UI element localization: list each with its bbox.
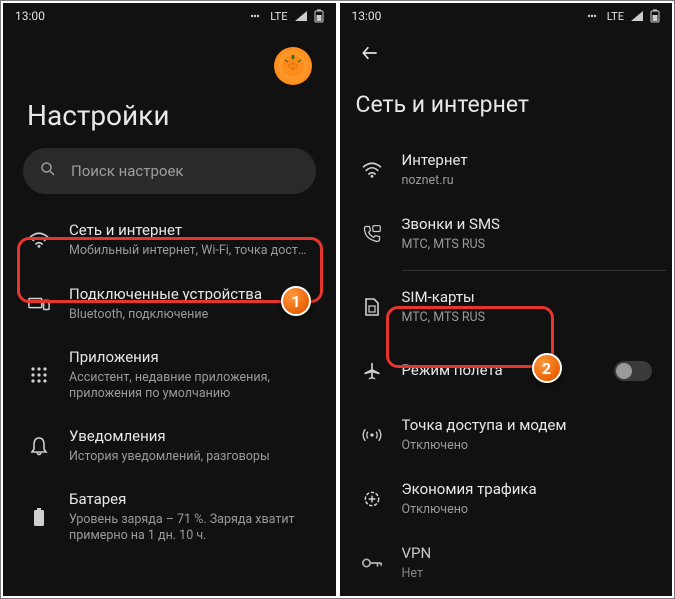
search-icon (39, 160, 57, 182)
item-title: Точка доступа и модем (402, 416, 653, 436)
item-sub: Bluetooth, подключение (69, 307, 312, 323)
divider (402, 270, 667, 271)
page-title: Сеть и интернет (340, 77, 673, 138)
apps-icon (27, 366, 51, 384)
airplane-toggle[interactable] (614, 361, 652, 381)
item-title: Подключенные устройства (69, 285, 312, 305)
status-time: 13:00 (15, 9, 45, 23)
item-title: Интернет (402, 151, 653, 171)
battery-icon (27, 507, 51, 527)
arrow-back-icon (360, 43, 380, 63)
bell-icon (27, 436, 51, 456)
item-title: Приложения (69, 348, 312, 368)
item-sim-cards[interactable]: SIM-карты MTC, MTS RUS (346, 275, 667, 339)
battery-icon (650, 9, 660, 23)
item-title: Сеть и интернет (69, 221, 312, 241)
phone-right: 13:00 LTE Сеть и интернет Интернет nozne… (340, 3, 673, 596)
item-title: Батарея (69, 490, 312, 510)
item-title: Режим полета (402, 361, 597, 381)
item-sub: MTC, MTS RUS (402, 310, 653, 326)
item-title: Экономия трафика (402, 480, 653, 500)
item-calls-sms[interactable]: Звонки и SMS MTC, MTS RUS (346, 202, 667, 266)
vpn-key-icon (360, 556, 384, 570)
item-title: Уведомления (69, 427, 312, 447)
search-bar[interactable]: Поиск настроек (23, 148, 316, 194)
data-saver-icon (360, 489, 384, 509)
item-apps[interactable]: Приложения Ассистент, недавние приложени… (13, 336, 326, 414)
statusbar: 13:00 LTE (340, 3, 673, 29)
topbar (340, 29, 673, 77)
item-battery[interactable]: Батарея Уровень заряда – 71 %. Заряда хв… (13, 478, 326, 556)
status-right: LTE (587, 9, 660, 23)
item-sub: История уведомлений, разговоры (69, 449, 312, 465)
status-time: 13:00 (352, 9, 382, 23)
sim-icon (360, 297, 384, 317)
statusbar: 13:00 LTE (3, 3, 336, 29)
item-title: Звонки и SMS (402, 215, 653, 235)
callout-2: 2 (532, 353, 562, 383)
volte-icon (250, 11, 264, 21)
wifi-icon (360, 161, 384, 179)
item-sub: Ассистент, недавние приложения, приложен… (69, 370, 312, 403)
item-sub: Уровень заряда – 71 %. Заряда хватит при… (69, 512, 312, 545)
signal-icon (630, 10, 644, 22)
devices-icon (27, 295, 51, 313)
orange-avatar-icon (280, 53, 306, 79)
item-internet[interactable]: Интернет noznet.ru (346, 138, 667, 202)
airplane-icon (360, 361, 384, 381)
item-title: SIM-карты (402, 288, 653, 308)
avatar[interactable] (274, 47, 312, 85)
status-right: LTE (250, 9, 323, 23)
item-sub: Нет (402, 566, 653, 582)
callout-1: 1 (281, 286, 311, 316)
signal-icon (294, 10, 308, 22)
page-title: Настройки (13, 93, 326, 148)
network-list: Интернет noznet.ru Звонки и SMS MTC, MTS… (340, 138, 673, 595)
item-sub: Отключено (402, 502, 653, 518)
phone-left: 13:00 LTE Настройки Поиск настроек (3, 3, 336, 596)
item-airplane-mode[interactable]: Режим полета (346, 339, 667, 403)
item-sub: noznet.ru (402, 173, 653, 189)
search-placeholder: Поиск настроек (71, 162, 184, 180)
item-sub: Отключено (402, 438, 653, 454)
item-sub: MTC, MTS RUS (402, 237, 653, 253)
battery-icon (314, 9, 324, 23)
phone-msg-icon (360, 224, 384, 244)
item-network[interactable]: Сеть и интернет Мобильный интернет, Wi-F… (13, 208, 326, 272)
network-label: LTE (270, 10, 287, 23)
network-label: LTE (607, 10, 624, 23)
screenshot-pair: 13:00 LTE Настройки Поиск настроек (0, 0, 675, 599)
hotspot-icon (360, 425, 384, 445)
item-notifications[interactable]: Уведомления История уведомлений, разгово… (13, 414, 326, 478)
item-hotspot[interactable]: Точка доступа и модем Отключено (346, 403, 667, 467)
volte-icon (587, 11, 601, 21)
settings-list: Сеть и интернет Мобильный интернет, Wi-F… (13, 208, 326, 556)
item-data-saver[interactable]: Экономия трафика Отключено (346, 467, 667, 531)
wifi-icon (27, 231, 51, 249)
back-button[interactable] (352, 35, 388, 71)
item-vpn[interactable]: VPN Нет (346, 531, 667, 595)
item-connected-devices[interactable]: Подключенные устройства Bluetooth, подкл… (13, 272, 326, 336)
item-sub: Мобильный интернет, Wi-Fi, точка доступа (69, 243, 312, 259)
item-title: VPN (402, 544, 653, 564)
